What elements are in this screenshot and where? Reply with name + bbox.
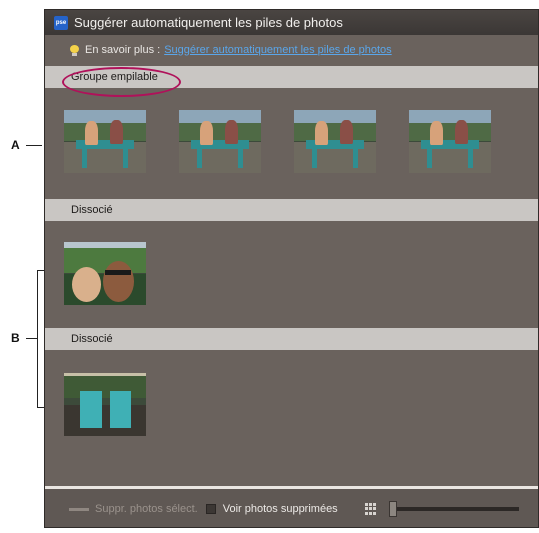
group-header-ungrouped: Dissocié: [45, 199, 538, 221]
thumbnail-size-slider[interactable]: [388, 501, 519, 517]
bottom-toolbar: Suppr. photos sélect. Voir photos suppri…: [45, 486, 538, 527]
learn-more-label: En savoir plus :: [85, 44, 161, 56]
title-bar: pse Suggérer automatiquement les piles d…: [45, 10, 538, 35]
learn-more-row: En savoir plus : Suggérer automatiquemen…: [45, 36, 538, 64]
minus-icon: [69, 507, 89, 511]
highlight-oval: [62, 67, 181, 97]
group-label: Dissocié: [71, 333, 113, 345]
callout-b-bracket: [37, 270, 44, 408]
show-deleted-checkbox[interactable]: [205, 504, 216, 514]
delete-selected-button[interactable]: Suppr. photos sélect.: [95, 503, 198, 515]
grid-icon: [364, 503, 377, 515]
window-title: Suggérer automatiquement les piles de ph…: [74, 15, 343, 30]
pse-app-icon: pse: [54, 15, 68, 30]
group-label: Dissocié: [71, 204, 113, 216]
group-header-ungrouped: Dissocié: [45, 328, 538, 350]
photo-thumbnail[interactable]: [294, 110, 376, 173]
photo-thumbnail[interactable]: [64, 110, 146, 173]
callout-a-line: [26, 145, 42, 146]
callout-a-label: A: [11, 138, 20, 152]
callout-b-label: B: [11, 331, 20, 345]
lightbulb-icon: [70, 44, 79, 56]
photo-thumbnail[interactable]: [179, 110, 261, 173]
callout-b-line: [26, 338, 37, 339]
stack-suggestion-dialog: pse Suggérer automatiquement les piles d…: [44, 9, 539, 528]
photo-thumbnail[interactable]: [409, 110, 491, 173]
learn-more-link[interactable]: Suggérer automatiquement les piles de ph…: [164, 44, 391, 56]
show-deleted-label: Voir photos supprimées: [222, 503, 338, 515]
photo-thumbnail[interactable]: [64, 242, 146, 305]
photo-thumbnail[interactable]: [64, 373, 146, 436]
slider-handle[interactable]: [388, 501, 397, 517]
